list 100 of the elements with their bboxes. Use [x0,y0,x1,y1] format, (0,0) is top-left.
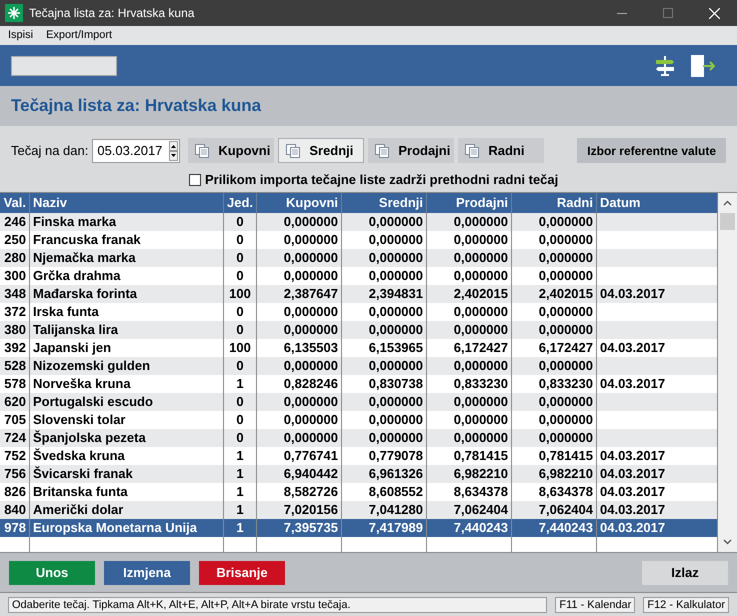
table-cell: Španjolska pezeta [33,430,146,445]
table-cell: 0,000000 [368,394,423,409]
table-cell: 0,000000 [284,268,338,283]
table-cell: 6,135503 [284,340,338,355]
table-cell: Slovenski tolar [33,412,126,427]
table-row[interactable]: 380 Talijanska lira 0 0,000000 0,000000 0,000000 0,000000 [0,321,718,339]
table-row[interactable]: 978 Europska Monetarna Unija 1 7,395735 7,417989 7,440243 7,440243 04.03.2017 [0,519,718,537]
table-cell: 0 [236,322,244,337]
table-cell: 2,402015 [454,286,508,301]
table-cell: 6,982210 [538,466,593,481]
table-cell: 0,000000 [368,430,423,445]
table-row[interactable]: 620 Portugalski escudo 0 0,000000 0,000000 0,000000 0,000000 [0,393,718,411]
scrollbar[interactable] [718,193,737,552]
reference-currency-button[interactable]: Izbor referentne valute [577,138,726,163]
menu-item[interactable]: Export/Import [46,27,112,44]
table-cell: 0,000000 [284,358,338,373]
table-cell: 0,000000 [538,250,593,265]
scroll-up-icon[interactable] [723,200,732,206]
table-row[interactable]: 724 Španjolska pezeta 0 0,000000 0,000000 0,000000 0,000000 [0,429,718,447]
checkbox[interactable] [189,174,201,186]
table-cell: Francuska franak [33,232,141,247]
table-cell: 0,000000 [368,250,423,265]
table-cell: 250 [4,232,26,247]
table-cell: 1 [236,502,244,517]
table-cell: 0,000000 [454,268,508,283]
table-cell: 04.03.2017 [600,466,666,481]
minimize-icon[interactable] [617,12,627,14]
table-cell: 1 [236,376,244,391]
table-cell: 0,000000 [538,268,593,283]
date-label: Tečaj na dan: [11,142,88,160]
table-cell: 0,000000 [368,322,423,337]
table-row[interactable]: 246 Finska marka 0 0,000000 0,000000 0,000000 0,000000 [0,213,718,231]
checkbox-label: Prilikom importa tečajne liste zadrži prethodni radni tečaj [205,171,558,189]
table-cell: 528 [4,358,26,373]
close-icon[interactable] [709,8,720,18]
table-cell: 7,062404 [538,502,593,517]
table-row[interactable]: 280 Njemačka marka 0 0,000000 0,000000 0,000000 0,000000 [0,249,718,267]
table-cell: Japanski jen [33,340,112,355]
table-cell: 705 [4,412,26,427]
action-button[interactable]: Brisanje [199,560,285,584]
table-cell: 0 [236,430,244,445]
table-row[interactable]: 756 Švicarski franak 1 6,940442 6,961326 6,982210 6,982210 04.03.2017 [0,465,718,483]
table-cell: 392 [4,340,26,355]
exit-button[interactable]: Izlaz [642,560,728,584]
table-cell: Britanska funta [33,484,128,499]
table-cell: 0,000000 [454,412,508,427]
table-cell: 0,781415 [454,448,508,463]
rate-tab[interactable]: Prodajni [368,138,454,163]
table-cell: 0 [236,232,244,247]
table-row[interactable]: 348 Mađarska forinta 100 2,387647 2,394831 2,402015 2,402015 04.03.2017 [0,285,718,303]
signpost-icon[interactable] [653,54,677,78]
input-field[interactable] [11,56,117,76]
table-cell: Finska marka [33,214,116,229]
table-cell: 756 [4,466,26,481]
table-cell: 0,000000 [538,322,593,337]
page-heading: Tečajna lista za: Hrvatska kuna [11,95,262,118]
table-cell: 7,395735 [284,520,338,535]
rate-tab[interactable]: Kupovni [188,138,274,163]
table-cell: 0 [236,394,244,409]
table-cell: Portugalski escudo [33,394,153,409]
table-cell: Mađarska forinta [33,286,138,301]
spinner-icon[interactable] [169,140,178,160]
table-cell: 04.03.2017 [600,484,666,499]
scroll-down-icon[interactable] [723,539,732,545]
table-row[interactable]: 840 Američki dolar 1 7,020156 7,041280 7,062404 7,062404 04.03.2017 [0,501,718,519]
table-cell: 0,000000 [284,250,338,265]
maximize-icon[interactable] [663,8,673,18]
action-button[interactable]: Izmjena [104,560,190,584]
table-cell: 0 [236,268,244,283]
action-button[interactable]: Unos [9,560,95,584]
table-cell: 372 [4,304,26,319]
menu-item[interactable]: Ispisi [8,27,34,44]
table-cell: 0,000000 [454,250,508,265]
table-cell: 100 [229,286,251,301]
table-cell: 620 [4,394,26,409]
table-cell: 0,000000 [538,412,593,427]
table-cell: 0,000000 [284,304,338,319]
table-cell: 6,172427 [538,340,593,355]
table-cell: Američki dolar [33,502,124,517]
table-cell: 300 [4,268,26,283]
table-cell: 578 [4,376,26,391]
table-cell: 6,982210 [454,466,508,481]
document-icon [374,142,390,158]
table-row[interactable]: 528 Nizozemski gulden 0 0,000000 0,000000 0,000000 0,000000 [0,357,718,375]
exit-icon[interactable] [690,54,716,78]
table-cell: 7,417989 [368,520,423,535]
table-cell: 6,153965 [368,340,423,355]
table-cell: 0,000000 [538,358,593,373]
table-cell: Talijanska lira [33,322,118,337]
table-cell: 0 [236,358,244,373]
scroll-thumb[interactable] [720,213,735,230]
table-cell: 04.03.2017 [600,520,666,535]
table-cell: 04.03.2017 [600,376,666,391]
table-cell: 0,000000 [284,430,338,445]
rate-tab[interactable]: Radni [458,138,544,163]
rate-tab[interactable]: Srednji [278,138,364,163]
date-field[interactable]: 05.03.2017 [92,138,180,162]
table-cell: 0 [236,412,244,427]
table-cell: 0,000000 [368,358,423,373]
table-cell: 2,387647 [284,286,338,301]
